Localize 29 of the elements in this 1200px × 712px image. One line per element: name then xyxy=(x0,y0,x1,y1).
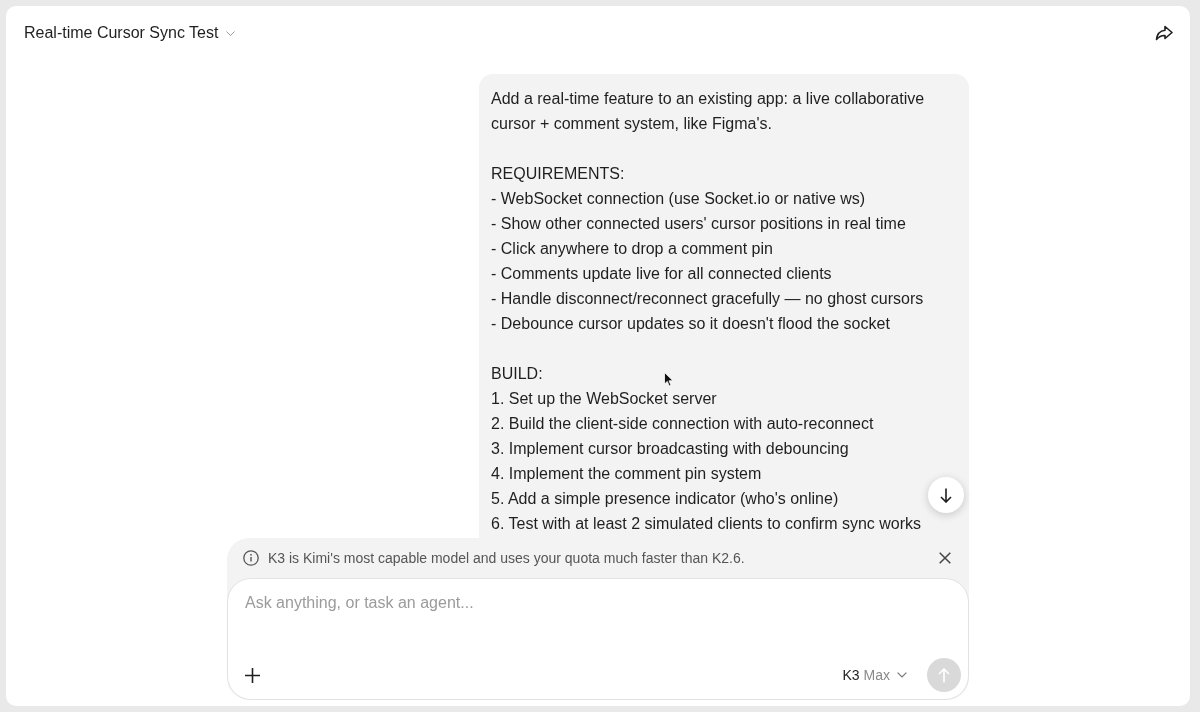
list-item: 1. Set up the WebSocket server xyxy=(491,390,717,407)
chevron-down-icon xyxy=(897,672,907,678)
list-item: 2. Build the client-side connection with auto-reconnect xyxy=(491,415,874,432)
close-icon[interactable] xyxy=(939,552,951,564)
list-item: - Click anywhere to drop a comment pin xyxy=(491,240,773,257)
list-item: - WebSocket connection (use Socket.io or native ws) xyxy=(491,190,866,207)
list-item: - Comments update live for all connected clients xyxy=(491,265,832,282)
conversation-title[interactable]: Real-time Cursor Sync Test xyxy=(24,23,219,43)
list-item: - Debounce cursor updates so it doesn't flood the socket xyxy=(491,315,890,332)
list-item: 4. Implement the comment pin system xyxy=(491,465,762,482)
arrow-down-icon xyxy=(940,487,952,503)
mouse-pointer-icon xyxy=(664,372,674,387)
list-item: 5. Add a simple presence indicator (who's online) xyxy=(491,490,839,507)
message-paragraph: Add a real-time feature to an existing app: a live collaborative cursor + comment system, like Figma's. xyxy=(491,89,926,134)
plus-icon[interactable] xyxy=(245,667,260,683)
message-input-box[interactable]: Ask anything, or task an agent... K3 Max xyxy=(227,578,969,700)
list-item: - Handle disconnect/reconnect gracefully — no ghost cursors xyxy=(491,290,924,307)
list-item: - Show other connected users' cursor positions in real time xyxy=(491,215,906,232)
info-icon xyxy=(243,550,259,566)
list-item: 6. Test with at least 2 simulated clients to confirm sync works xyxy=(491,515,922,532)
message-input[interactable]: Ask anything, or task an agent... xyxy=(245,591,951,658)
list-item: 3. Implement cursor broadcasting with debouncing xyxy=(491,440,849,457)
curved-arrow-icon[interactable] xyxy=(1155,25,1173,41)
section-heading: REQUIREMENTS: xyxy=(491,165,625,182)
notice-text: K3 is Kimi's most capable model and uses your quota much faster than K2.6. xyxy=(268,549,745,567)
chevron-down-icon[interactable] xyxy=(226,30,236,36)
section-heading: BUILD: xyxy=(491,365,543,382)
arrow-up-icon xyxy=(938,667,950,683)
model-selector[interactable]: K3 Max xyxy=(842,666,907,684)
